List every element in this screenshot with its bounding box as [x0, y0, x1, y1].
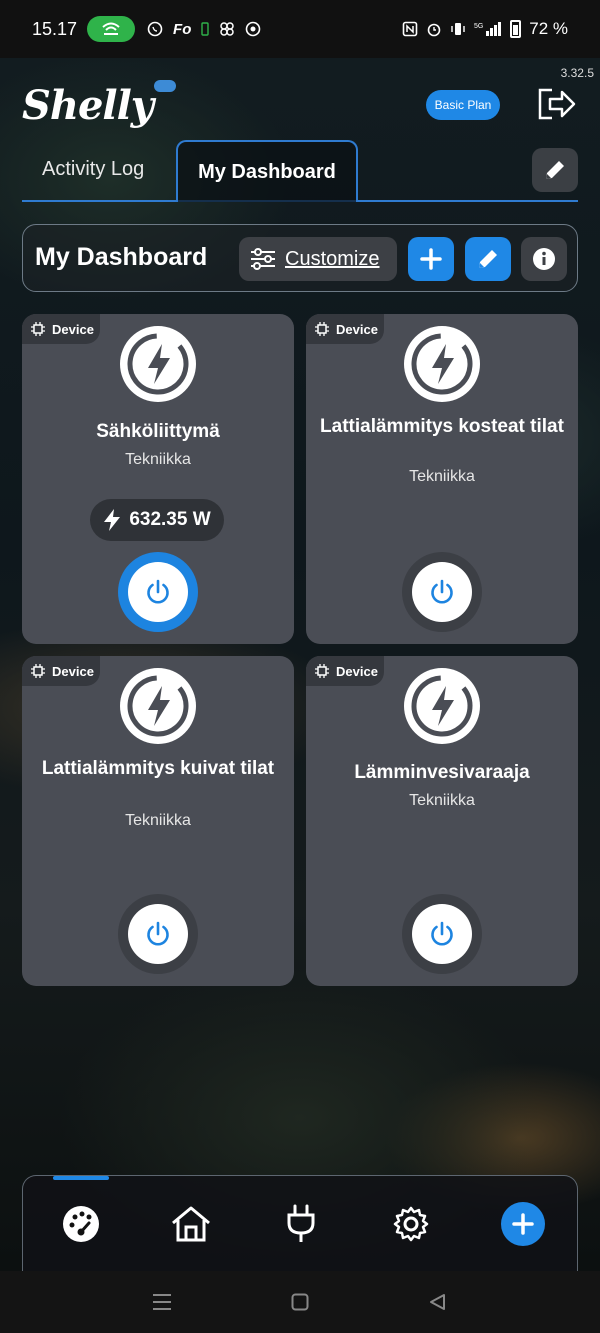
- battery-level: 72 %: [529, 19, 568, 38]
- device-room: Tekniikka: [409, 792, 475, 809]
- device-card[interactable]: Device Lattialämmitys kosteat tilat Tekn…: [306, 314, 578, 644]
- nav-active-indicator: [53, 1176, 109, 1180]
- battery-saver-icon: [201, 22, 210, 36]
- device-room: Tekniikka: [125, 812, 191, 829]
- bottom-nav: [22, 1175, 578, 1271]
- device-card[interactable]: Device Sähköliittymä Tekniikka 632.35 W: [22, 314, 294, 644]
- plus-icon: [420, 248, 442, 270]
- device-name: Lattialämmitys kuivat tilat: [41, 758, 275, 779]
- device-card[interactable]: Device Lattialämmitys kuivat tilat Tekni…: [22, 656, 294, 986]
- power-toggle[interactable]: [118, 894, 198, 974]
- pencil-icon: [546, 161, 564, 179]
- alarm-icon: [427, 23, 441, 37]
- tab-my-dashboard[interactable]: My Dashboard: [176, 140, 358, 202]
- device-badge-label: Device: [52, 663, 94, 679]
- pinwheel-icon: [220, 22, 235, 36]
- power-icon: [147, 921, 169, 946]
- hotspot-icon: [87, 16, 136, 42]
- plan-badge[interactable]: Basic Plan: [426, 90, 500, 120]
- tab-bar: Activity Log My Dashboard: [22, 140, 578, 202]
- battery-icon: [510, 20, 522, 38]
- svg-text:5G: 5G: [474, 23, 483, 30]
- power-icon: [431, 921, 453, 946]
- add-button[interactable]: [408, 237, 454, 281]
- status-bar: 15.17 Fo 5G 72 %: [0, 0, 600, 58]
- device-badge-label: Device: [336, 663, 378, 679]
- home-icon[interactable]: [169, 1202, 213, 1246]
- android-navigation-bar: [0, 1271, 600, 1333]
- power-icon: [431, 579, 453, 604]
- settings-icon[interactable]: [389, 1202, 433, 1246]
- power-toggle[interactable]: [118, 552, 198, 632]
- device-name: Lattialämmitys kosteat tilat: [320, 416, 564, 437]
- device-name: Sähköliittymä: [96, 421, 220, 442]
- lightning-icon: [104, 509, 121, 531]
- pencil-icon: [479, 250, 497, 268]
- customize-label: Customize: [285, 247, 380, 270]
- power-meter-icon: [404, 668, 480, 744]
- menu-icon[interactable]: [152, 1293, 172, 1311]
- device-room: Tekniikka: [409, 468, 475, 485]
- sliders-icon: [251, 248, 275, 270]
- plug-icon[interactable]: [279, 1202, 323, 1246]
- chrome-icon: [246, 21, 261, 37]
- customize-button[interactable]: Customize: [239, 237, 397, 281]
- info-button[interactable]: [521, 237, 567, 281]
- dashboard-icon[interactable]: [59, 1202, 103, 1246]
- home-button-icon[interactable]: [291, 1293, 309, 1311]
- info-icon: [533, 248, 555, 270]
- 5g-signal-icon: 5G: [474, 22, 502, 36]
- device-badge: Device: [22, 656, 100, 686]
- edit-tabs-button[interactable]: [532, 148, 578, 192]
- fo-icon: Fo: [173, 20, 192, 38]
- chip-icon: [315, 322, 329, 336]
- add-icon[interactable]: [501, 1202, 545, 1246]
- device-card[interactable]: Device Lämminvesivaraaja Tekniikka: [306, 656, 578, 986]
- device-badge: Device: [306, 656, 384, 686]
- chip-icon: [315, 664, 329, 678]
- power-toggle[interactable]: [402, 552, 482, 632]
- status-time: 15.17: [32, 18, 78, 39]
- power-icon: [147, 579, 169, 604]
- device-name: Lämminvesivaraaja: [354, 762, 530, 783]
- back-icon[interactable]: [428, 1293, 446, 1311]
- device-badge: Device: [306, 314, 384, 344]
- power-meter-icon: [120, 668, 196, 744]
- edit-dashboard-button[interactable]: [465, 237, 511, 281]
- device-badge: Device: [22, 314, 100, 344]
- power-reading: 632.35 W: [90, 499, 224, 541]
- chip-icon: [31, 664, 45, 678]
- device-badge-label: Device: [52, 321, 94, 337]
- dashboard-title: My Dashboard: [35, 243, 208, 271]
- shelly-logo: Shelly: [22, 82, 154, 129]
- logout-icon[interactable]: [536, 86, 576, 122]
- power-meter-icon: [404, 326, 480, 402]
- device-room: Tekniikka: [125, 451, 191, 468]
- whatsapp-icon: [147, 21, 163, 37]
- power-toggle[interactable]: [402, 894, 482, 974]
- app-version: 3.32.5: [560, 66, 594, 80]
- dashboard-header: My Dashboard Customize: [22, 224, 578, 292]
- tab-activity-log[interactable]: Activity Log: [42, 158, 144, 181]
- power-meter-icon: [120, 326, 196, 402]
- chip-icon: [31, 322, 45, 336]
- power-value: 632.35 W: [129, 509, 211, 530]
- nfc-icon: [402, 21, 418, 37]
- cloud-icon: [154, 80, 176, 92]
- device-badge-label: Device: [336, 321, 378, 337]
- vibrate-icon: [451, 23, 465, 35]
